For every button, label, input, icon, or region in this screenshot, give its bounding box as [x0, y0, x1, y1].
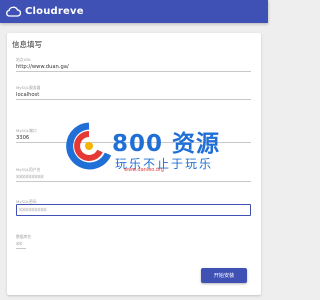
mysql-host-input[interactable]	[16, 90, 251, 100]
mysql-host-field: MySQL服务器	[16, 85, 251, 100]
start-install-button[interactable]: 开始安装	[201, 268, 247, 283]
brand-name: Cloudreve	[25, 6, 84, 17]
site-url-input[interactable]	[16, 62, 251, 72]
site-url-field: 站点URL	[16, 57, 251, 72]
mysql-user-input[interactable]	[16, 172, 251, 182]
form-title: 信息填写	[12, 40, 42, 49]
database-name-field: 数据库名	[16, 234, 251, 249]
install-form-card: 信息填写 站点URL MySQL服务器 MySQL端口 MySQL用户名 MyS…	[7, 33, 261, 295]
app-bar: Cloudreve	[0, 0, 268, 23]
mysql-password-field: MySQL密码	[16, 199, 251, 216]
cloud-icon	[5, 6, 21, 18]
mysql-port-field: MySQL端口	[16, 128, 251, 143]
database-name-input[interactable]	[16, 239, 26, 249]
mysql-user-field: MySQL用户名	[16, 167, 251, 182]
mysql-port-input[interactable]	[16, 133, 251, 143]
mysql-password-input[interactable]	[16, 204, 251, 216]
database-name-label: 数据库名	[16, 234, 32, 239]
